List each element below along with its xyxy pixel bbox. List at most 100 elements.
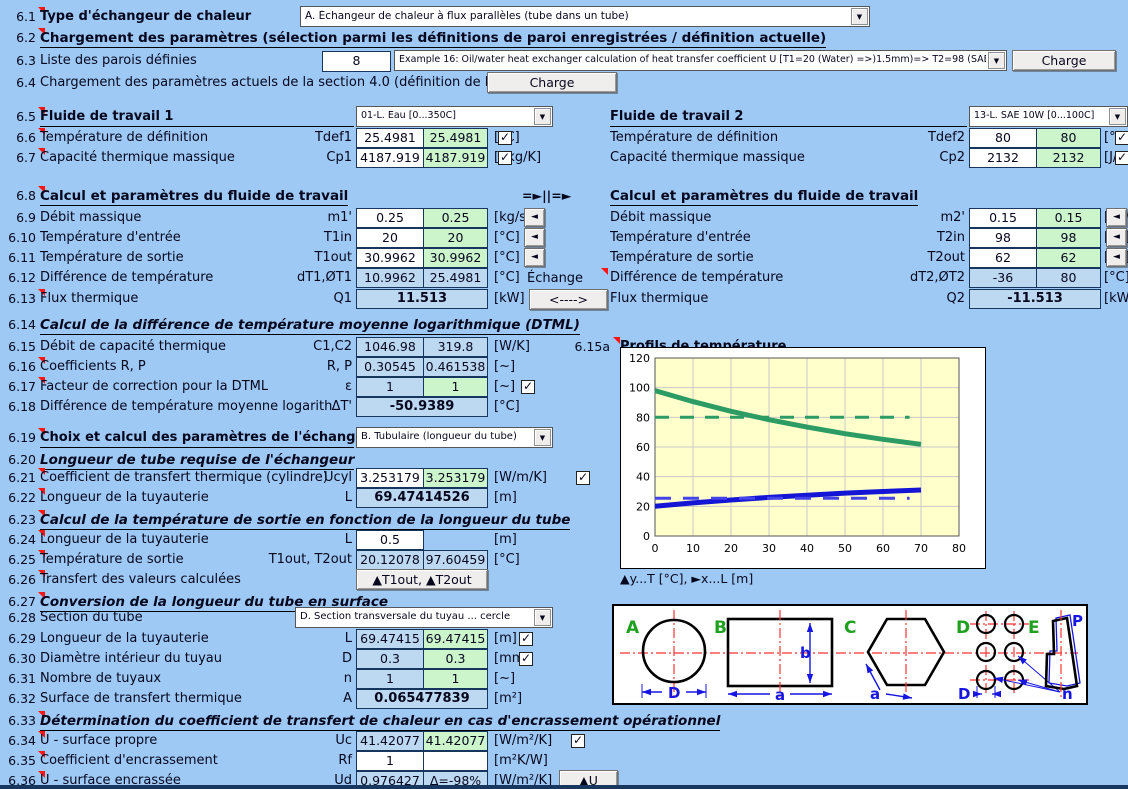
value-cell[interactable]: 1 (356, 377, 424, 397)
value-cell[interactable]: -36 (969, 268, 1037, 288)
dropdown[interactable]: A. Échangeur de chaleur à flux parallèle… (300, 6, 870, 27)
value-cell[interactable]: 4187.919 (356, 148, 424, 168)
link-checkbox[interactable]: ✓ (1115, 131, 1128, 145)
link-checkbox[interactable]: ✓ (576, 471, 590, 485)
action-button[interactable]: ▲T1out, ▲T2out (356, 569, 488, 590)
symbol-label: Tdef1 (234, 130, 352, 145)
dropdown-arrow-icon[interactable]: ▼ (534, 108, 551, 125)
value-cell[interactable]: 0.25 (356, 208, 424, 228)
row-number: 6.20 (2, 452, 36, 467)
dimension-arrowhead (903, 693, 912, 699)
value-cell[interactable]: 0.5 (356, 530, 424, 550)
dropdown[interactable]: 13-L. SAE 10W [0...100C]▼ (969, 106, 1128, 127)
value-cell[interactable]: 1 (423, 669, 488, 689)
value-cell[interactable]: 20.12078 (356, 550, 424, 570)
check-icon: ✓ (500, 150, 510, 164)
value-cell[interactable]: 0.3 (356, 649, 424, 669)
dropdown[interactable]: B. Tubulaire (longueur du tube)▼ (356, 427, 553, 448)
value-cell[interactable]: 25.4981 (423, 128, 488, 148)
value-cell[interactable]: 3.253179 (423, 468, 488, 488)
result-cell[interactable]: -11.513 (969, 289, 1101, 309)
value-cell[interactable]: 69.47415 (423, 629, 488, 649)
link-checkbox[interactable]: ✓ (519, 632, 533, 646)
value-cell[interactable]: 62 (1036, 248, 1101, 268)
row-number: 6.11 (2, 250, 36, 265)
value-cell[interactable]: 20 (356, 228, 424, 248)
shape-letter: A (626, 618, 640, 638)
value-cell[interactable]: 80 (969, 128, 1037, 148)
dropdown-arrow-icon[interactable]: ▼ (988, 52, 1005, 69)
value-cell[interactable]: 20 (423, 228, 488, 248)
link-checkbox[interactable]: ✓ (521, 380, 535, 394)
value-cell[interactable]: 30.9962 (356, 248, 424, 268)
result-cell[interactable]: 11.513 (356, 289, 488, 309)
action-button[interactable]: Charge (1012, 50, 1116, 71)
row-number: 6.31 (2, 671, 36, 686)
value-cell[interactable]: 0.15 (969, 208, 1037, 228)
result-cell[interactable]: -50.9389 (356, 397, 488, 417)
dimension-arrowhead (642, 689, 651, 695)
value-cell[interactable]: 1 (356, 751, 424, 771)
unit-label: [W/m/K] (494, 470, 547, 485)
symbol-label: m1' (234, 210, 352, 225)
dropdown[interactable]: 01-L. Eau [0...350C]▼ (356, 106, 553, 127)
value-cell[interactable]: 80 (1036, 128, 1101, 148)
value-cell[interactable]: 2132 (1036, 148, 1101, 168)
value-cell[interactable]: 0.15 (1036, 208, 1101, 228)
row-number: 6.24 (2, 532, 36, 547)
shape-letter: E (1028, 618, 1040, 638)
result-cell[interactable]: 0.065477839 (356, 689, 488, 709)
link-checkbox[interactable]: ✓ (498, 151, 512, 165)
value-cell[interactable]: 1 (356, 669, 424, 689)
value-cell[interactable]: 97.60459 (423, 550, 488, 570)
value-cell[interactable]: 98 (969, 228, 1037, 248)
value-cell[interactable]: 69.47415 (356, 629, 424, 649)
dropdown-arrow-icon[interactable]: ▼ (1109, 108, 1126, 125)
value-cell[interactable]: 98 (1036, 228, 1101, 248)
link-checkbox[interactable]: ✓ (571, 734, 585, 748)
row-number: 6.6 (2, 130, 36, 145)
row-number: 6.16 (2, 359, 36, 374)
dropdown-arrow-icon[interactable]: ▼ (851, 8, 868, 25)
value-cell[interactable]: 319.8 (423, 337, 488, 357)
link-checkbox[interactable]: ✓ (519, 652, 533, 666)
link-checkbox[interactable]: ✓ (498, 131, 512, 145)
wall-count-cell[interactable]: 8 (322, 51, 391, 72)
value-cell[interactable]: 0.25 (423, 208, 488, 228)
value-cell[interactable]: 41.42077 (423, 731, 488, 751)
result-cell[interactable]: 69.47414526 (356, 488, 488, 508)
transfer-left-arrow-button[interactable]: ◄ (1106, 248, 1127, 267)
unit-label: [m] (494, 631, 517, 646)
transfer-left-arrow-button[interactable]: ◄ (524, 248, 545, 267)
value-cell[interactable]: 10.9962 (356, 268, 424, 288)
transfer-left-arrow-button[interactable]: ◄ (1106, 228, 1127, 247)
value-cell[interactable]: 2132 (969, 148, 1037, 168)
dropdown-arrow-icon[interactable]: ▼ (534, 609, 551, 626)
value-cell[interactable]: 0.3 (423, 649, 488, 669)
row-label: Longueur de la tuyauterie (40, 631, 209, 646)
value-cell[interactable]: 25.4981 (356, 128, 424, 148)
link-checkbox[interactable]: ✓ (1115, 151, 1128, 165)
value-cell[interactable]: 0.30545 (356, 357, 424, 377)
value-cell[interactable]: 41.42077 (356, 731, 424, 751)
dropdown[interactable]: Example 16: Oil/water heat exchanger cal… (394, 50, 1007, 71)
value-cell[interactable]: 80 (1036, 268, 1101, 288)
transfer-left-arrow-button[interactable]: ◄ (524, 208, 545, 227)
dropdown-arrow-icon[interactable]: ▼ (534, 429, 551, 446)
transfer-left-arrow-button[interactable]: ◄ (524, 228, 545, 247)
dropdown[interactable]: D. Section transversale du tuyau ... cer… (295, 607, 553, 628)
value-cell[interactable]: 30.9962 (423, 248, 488, 268)
value-cell[interactable]: 62 (969, 248, 1037, 268)
action-button[interactable]: Charge (487, 72, 617, 93)
value-cell[interactable]: 25.4981 (423, 268, 488, 288)
value-cell[interactable]: 4187.919 (423, 148, 488, 168)
value-cell[interactable] (423, 751, 488, 771)
value-cell[interactable]: 3.253179 (356, 468, 424, 488)
row-label: Température de définition (610, 130, 778, 145)
value-cell[interactable]: 1046.98 (356, 337, 424, 357)
value-cell[interactable]: 1 (423, 377, 488, 397)
exchange-values-button[interactable]: <----> (529, 289, 608, 310)
transfer-left-arrow-button[interactable]: ◄ (1106, 208, 1127, 227)
x-tick-label: 70 (914, 542, 928, 555)
value-cell[interactable]: 0.461538 (423, 357, 488, 377)
